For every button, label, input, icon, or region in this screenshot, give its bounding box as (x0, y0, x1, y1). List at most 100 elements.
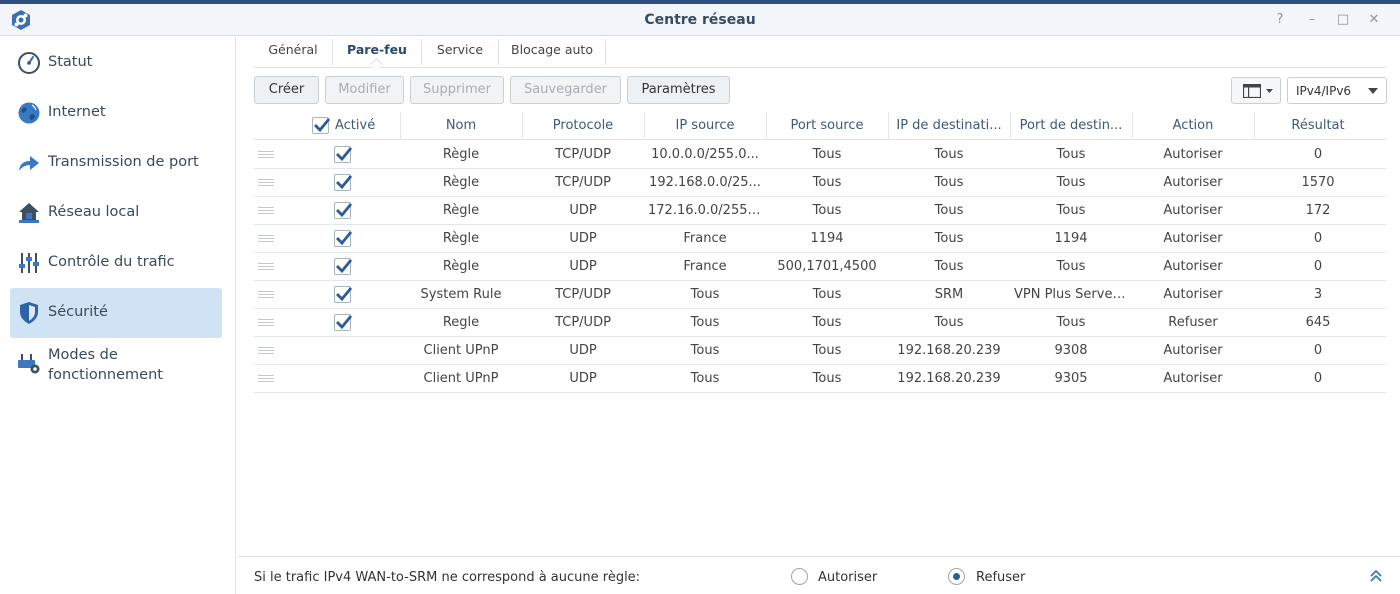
cell-protocol: TCP/UDP (555, 175, 611, 190)
table-header: Activé Nom Protocole IP source Port sour… (254, 112, 1386, 140)
drag-handle-icon[interactable] (258, 151, 274, 158)
cell-result: 0 (1313, 371, 1323, 386)
ip-version-select[interactable]: IPv4/IPv6 (1287, 77, 1387, 104)
table-row[interactable]: Règle UDP France 1194 Tous 1194 Autoriser 0 (254, 225, 1386, 253)
cell-name: Règle (442, 147, 480, 162)
column-view-button[interactable] (1231, 77, 1281, 104)
col-header-protocol[interactable]: Protocole (522, 112, 644, 140)
drag-handle-icon[interactable] (258, 375, 274, 382)
tab-general[interactable]: Général (254, 37, 332, 67)
policy-allow-radio[interactable] (791, 568, 808, 585)
rule-enabled-checkbox[interactable] (334, 146, 353, 163)
chevron-down-icon (1266, 89, 1273, 93)
col-header-destination-port[interactable]: Port de destin... (1010, 112, 1132, 140)
col-header-destination-ip[interactable]: IP de destinati... (888, 112, 1010, 140)
table-row[interactable]: Client UPnP UDP Tous Tous 192.168.20.239 9305… (254, 365, 1386, 393)
cell-result: 0 (1313, 343, 1323, 358)
rule-enabled-checkbox[interactable] (334, 258, 353, 275)
sidebar-item-label: Contrôle du trafic (48, 254, 175, 270)
policy-deny-radio[interactable] (948, 568, 965, 585)
col-header-action[interactable]: Action (1132, 112, 1254, 140)
rule-enabled-checkbox[interactable] (334, 202, 353, 219)
forward-arrow-icon (19, 156, 39, 171)
cell-dst-port: Tous (1056, 147, 1086, 162)
sidebar-item-status[interactable]: Statut (10, 38, 222, 88)
cell-src-port: Tous (812, 287, 842, 302)
sidebar-item-port-forwarding[interactable]: Transmission de port (10, 138, 222, 188)
sidebar-item-security[interactable]: Sécurité (10, 288, 222, 338)
minimize-icon[interactable]: – (1302, 10, 1322, 30)
col-header-source-port[interactable]: Port source (766, 112, 888, 140)
cell-protocol: UDP (569, 371, 597, 386)
cell-src-ip: France (683, 231, 727, 246)
drag-handle-icon[interactable] (258, 179, 274, 186)
drag-handle-icon[interactable] (258, 291, 274, 298)
table-row[interactable]: Regle TCP/UDP Tous Tous Tous Tous Refuser 645 (254, 309, 1386, 337)
rule-enabled-checkbox[interactable] (334, 230, 353, 247)
drag-handle-icon[interactable] (258, 319, 274, 326)
col-header-name[interactable]: Nom (400, 112, 522, 140)
table-row[interactable]: Règle TCP/UDP 10.0.0.0/255.0... Tous Tous Tou… (254, 141, 1386, 169)
sidebar-item-label: Réseau local (48, 204, 140, 220)
create-button[interactable]: Créer (254, 76, 319, 104)
cell-src-ip: Tous (690, 371, 720, 386)
table-row[interactable]: Client UPnP UDP Tous Tous 192.168.20.239 9308… (254, 337, 1386, 365)
drag-handle-icon[interactable] (258, 347, 274, 354)
cell-action: Refuser (1168, 315, 1218, 330)
settings-button[interactable]: Paramètres (627, 76, 730, 104)
select-all-checkbox[interactable] (312, 117, 331, 134)
cell-action: Autoriser (1163, 287, 1223, 302)
rule-enabled-checkbox[interactable] (334, 314, 353, 331)
cell-dst-ip: Tous (934, 259, 964, 274)
col-header-source-ip[interactable]: IP source (644, 112, 766, 140)
rule-enabled-checkbox[interactable] (334, 174, 353, 191)
table-row[interactable]: Règle TCP/UDP 192.168.0.0/25... Tous Tous Tou… (254, 169, 1386, 197)
drag-handle-icon[interactable] (258, 207, 274, 214)
drag-handle-icon[interactable] (258, 263, 274, 270)
col-header-result[interactable]: Résultat (1254, 112, 1382, 140)
col-header-enabled[interactable]: Activé (278, 112, 400, 140)
cell-name: Client UPnP (423, 343, 499, 358)
table-row[interactable]: Règle UDP France 500,1701,4500 Tous Tous Autor… (254, 253, 1386, 281)
maximize-icon[interactable]: □ (1333, 10, 1353, 30)
tab-service[interactable]: Service (422, 37, 498, 67)
sidebar-item-traffic-control[interactable]: Contrôle du trafic (10, 238, 222, 288)
cell-result: 0 (1313, 231, 1323, 246)
cell-protocol: UDP (569, 203, 597, 218)
cell-src-port: 1194 (810, 231, 844, 246)
cell-src-port: 500,1701,4500 (777, 259, 877, 274)
sidebar-item-internet[interactable]: Internet (10, 88, 222, 138)
cell-name: Regle (442, 315, 480, 330)
globe-icon (18, 102, 40, 124)
modify-button[interactable]: Modifier (325, 76, 404, 104)
table-row[interactable]: Règle UDP 172.16.0.0/255.... Tous Tous Tous Au… (254, 197, 1386, 225)
default-policy-footer: Si le trafic IPv4 WAN-to-SRM ne correspo… (238, 556, 1400, 594)
rule-enabled-checkbox[interactable] (334, 286, 353, 303)
cell-action: Autoriser (1163, 231, 1223, 246)
cell-result: 0 (1313, 259, 1323, 274)
sidebar-item-operation-modes[interactable]: Modes de fonctionnement (10, 338, 222, 388)
cell-src-port: Tous (812, 371, 842, 386)
cell-protocol: UDP (569, 343, 597, 358)
drag-handle-icon[interactable] (258, 235, 274, 242)
tab-auto-block[interactable]: Blocage auto (499, 37, 605, 67)
help-icon[interactable]: ? (1270, 10, 1290, 30)
policy-allow-label[interactable]: Autoriser (818, 570, 877, 585)
chevron-down-icon (1368, 88, 1378, 94)
cell-action: Autoriser (1163, 371, 1223, 386)
collapse-up-icon[interactable] (1368, 567, 1384, 585)
cell-dst-ip: Tous (934, 203, 964, 218)
policy-deny-label[interactable]: Refuser (976, 570, 1025, 585)
cell-src-port: Tous (812, 175, 842, 190)
tab-firewall[interactable]: Pare-feu (333, 37, 421, 67)
table-row[interactable]: System Rule TCP/UDP Tous Tous SRM VPN Plus Se… (254, 281, 1386, 309)
cell-dst-port: VPN Plus Server... (1014, 287, 1130, 302)
cell-src-ip: Tous (690, 343, 720, 358)
sidebar-item-local-network[interactable]: Réseau local (10, 188, 222, 238)
save-button[interactable]: Sauvegarder (510, 76, 621, 104)
cell-dst-ip: 192.168.20.239 (897, 343, 1001, 358)
close-icon[interactable]: ✕ (1364, 10, 1384, 30)
delete-button[interactable]: Supprimer (410, 76, 504, 104)
sidebar: Statut Internet Transmission de port Rés… (0, 37, 236, 594)
cell-src-ip: 10.0.0.0/255.0... (651, 147, 759, 162)
